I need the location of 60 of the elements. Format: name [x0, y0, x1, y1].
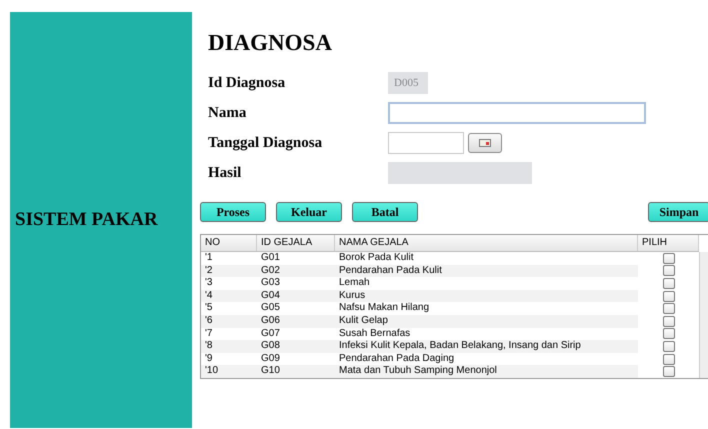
table-cell-text: G06 — [260, 314, 281, 328]
table-cell-text: Kurus — [338, 290, 366, 302]
column-header[interactable]: NAMA GEJALA — [335, 235, 638, 251]
table-cell-text: '4 — [204, 290, 214, 302]
table-cell-text: Infeksi Kulit Kepala, Badan Belakang, Insang dan Sirip — [338, 340, 582, 353]
table-cell-text: '7 — [204, 328, 214, 340]
table-cell-text: G05 — [260, 302, 281, 315]
table-cell-text: G08 — [260, 340, 281, 353]
field-label: Tanggal Diagnosa — [208, 134, 324, 152]
table-cell-text: '2 — [204, 264, 214, 278]
table-cell-text: G10 — [260, 365, 281, 378]
table-cell-text: Lemah — [338, 277, 371, 290]
app-title: SISTEM PAKAR — [15, 209, 158, 231]
action-button[interactable]: Proses — [200, 202, 266, 222]
page-title: DIAGNOSA — [208, 30, 332, 57]
table-cell-text: Nafsu Makan Hilang — [338, 302, 430, 315]
date-field[interactable] — [388, 132, 464, 154]
checkbox[interactable] — [662, 340, 674, 352]
action-button[interactable]: Keluar — [276, 202, 342, 222]
column-header[interactable]: NO — [201, 235, 257, 251]
field-label: Hasil — [208, 164, 242, 182]
column-header[interactable]: PILIH — [638, 235, 699, 251]
table-cell-text: Pendarahan Pada Daging — [338, 352, 456, 366]
table-cell-text: '1 — [204, 252, 214, 265]
table-cell-text: G09 — [260, 352, 281, 366]
scrollbar[interactable] — [699, 252, 708, 378]
table-cell-text: G07 — [260, 328, 281, 340]
checkbox[interactable] — [662, 290, 674, 302]
table-cell-text: '3 — [204, 277, 214, 290]
name-field[interactable] — [388, 102, 646, 124]
table-cell-text: '9 — [204, 352, 214, 366]
table-cell-text: Susah Bernafas — [338, 328, 412, 340]
table-cell-text: G04 — [260, 290, 281, 302]
result-field[interactable] — [388, 162, 532, 184]
table-cell-text: '8 — [204, 340, 214, 353]
checkbox[interactable] — [662, 354, 674, 365]
table-cell-text: G01 — [260, 252, 281, 265]
table-cell-text: Pendarahan Pada Kulit — [338, 264, 443, 278]
table-cell-text: '10 — [204, 365, 220, 378]
checkbox[interactable] — [662, 252, 674, 264]
checkbox[interactable] — [662, 303, 674, 314]
checkbox[interactable] — [662, 366, 674, 378]
action-button[interactable]: Batal — [352, 202, 418, 222]
action-button[interactable]: Simpan — [648, 202, 708, 222]
checkbox[interactable] — [662, 328, 674, 340]
table-cell-text: Kulit Gelap — [338, 314, 389, 328]
field-label: Nama — [208, 104, 248, 122]
checkbox[interactable] — [662, 278, 674, 289]
calendar-button[interactable] — [468, 133, 502, 153]
calendar-icon — [479, 139, 491, 147]
table-cell-text: '5 — [204, 302, 214, 315]
table-cell-text: Borok Pada Kulit — [338, 252, 414, 265]
table-cell-text: Mata dan Tubuh Samping Menonjol — [338, 365, 498, 378]
table-cell-text: G03 — [260, 277, 281, 290]
table-cell-text: G02 — [260, 264, 281, 278]
table-cell-text: '6 — [204, 314, 214, 328]
column-header[interactable]: ID GEJALA — [257, 235, 335, 251]
checkbox[interactable] — [662, 265, 674, 276]
field-label: Id Diagnosa — [208, 74, 286, 92]
checkbox[interactable] — [662, 316, 674, 327]
